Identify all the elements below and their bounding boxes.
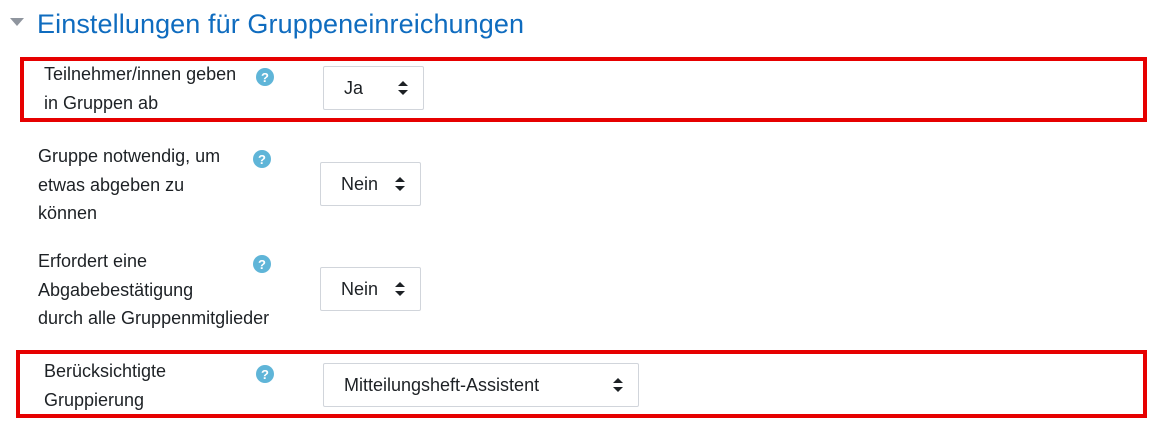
setting-label-require-all-confirm: Erfordert eine Abgabebestätigung durch a…: [38, 247, 269, 333]
setting-label-team-submission: Teilnehmer/innen geben in Gruppen ab: [44, 60, 236, 117]
select-require-group[interactable]: Nein: [320, 162, 421, 206]
label-line: Gruppe notwendig, um: [38, 146, 221, 166]
select-require-all-confirm[interactable]: Nein: [320, 267, 421, 311]
select-team-submission[interactable]: Ja: [323, 66, 424, 110]
section-header[interactable]: Einstellungen für Gruppeneinreichungen: [10, 4, 524, 44]
label-line: durch alle Gruppenmitglieder: [38, 308, 270, 328]
select-arrows-icon: [395, 177, 405, 191]
help-icon[interactable]: ?: [256, 365, 274, 383]
label-line: Teilnehmer/innen geben: [44, 64, 237, 84]
setting-label-require-group: Gruppe notwendig, um etwas abgeben zu kö…: [38, 142, 220, 228]
select-grouping[interactable]: Mitteilungsheft-Assistent: [323, 363, 639, 407]
label-line: Gruppierung: [44, 389, 145, 410]
label-line: Abgabebestätigung: [38, 279, 194, 300]
label-line: etwas abgeben zu: [38, 174, 185, 195]
label-line: Berücksichtigte: [44, 361, 167, 381]
label-line: können: [38, 203, 98, 223]
select-value: Ja: [344, 77, 364, 98]
label-line: Erfordert eine: [38, 251, 148, 271]
help-icon[interactable]: ?: [256, 68, 274, 86]
help-icon[interactable]: ?: [253, 150, 271, 168]
select-arrows-icon: [395, 282, 405, 296]
select-value: Nein: [341, 173, 379, 194]
select-arrows-icon: [613, 378, 623, 392]
help-icon[interactable]: ?: [253, 255, 271, 273]
select-value: Nein: [341, 278, 379, 299]
section-title: Einstellungen für Gruppeneinreichungen: [37, 8, 525, 39]
caret-down-icon[interactable]: [10, 18, 24, 26]
setting-label-grouping: Berücksichtigte Gruppierung: [44, 357, 166, 414]
select-value: Mitteilungsheft-Assistent: [344, 374, 540, 395]
label-line: in Gruppen ab: [44, 92, 159, 113]
select-arrows-icon: [398, 81, 408, 95]
